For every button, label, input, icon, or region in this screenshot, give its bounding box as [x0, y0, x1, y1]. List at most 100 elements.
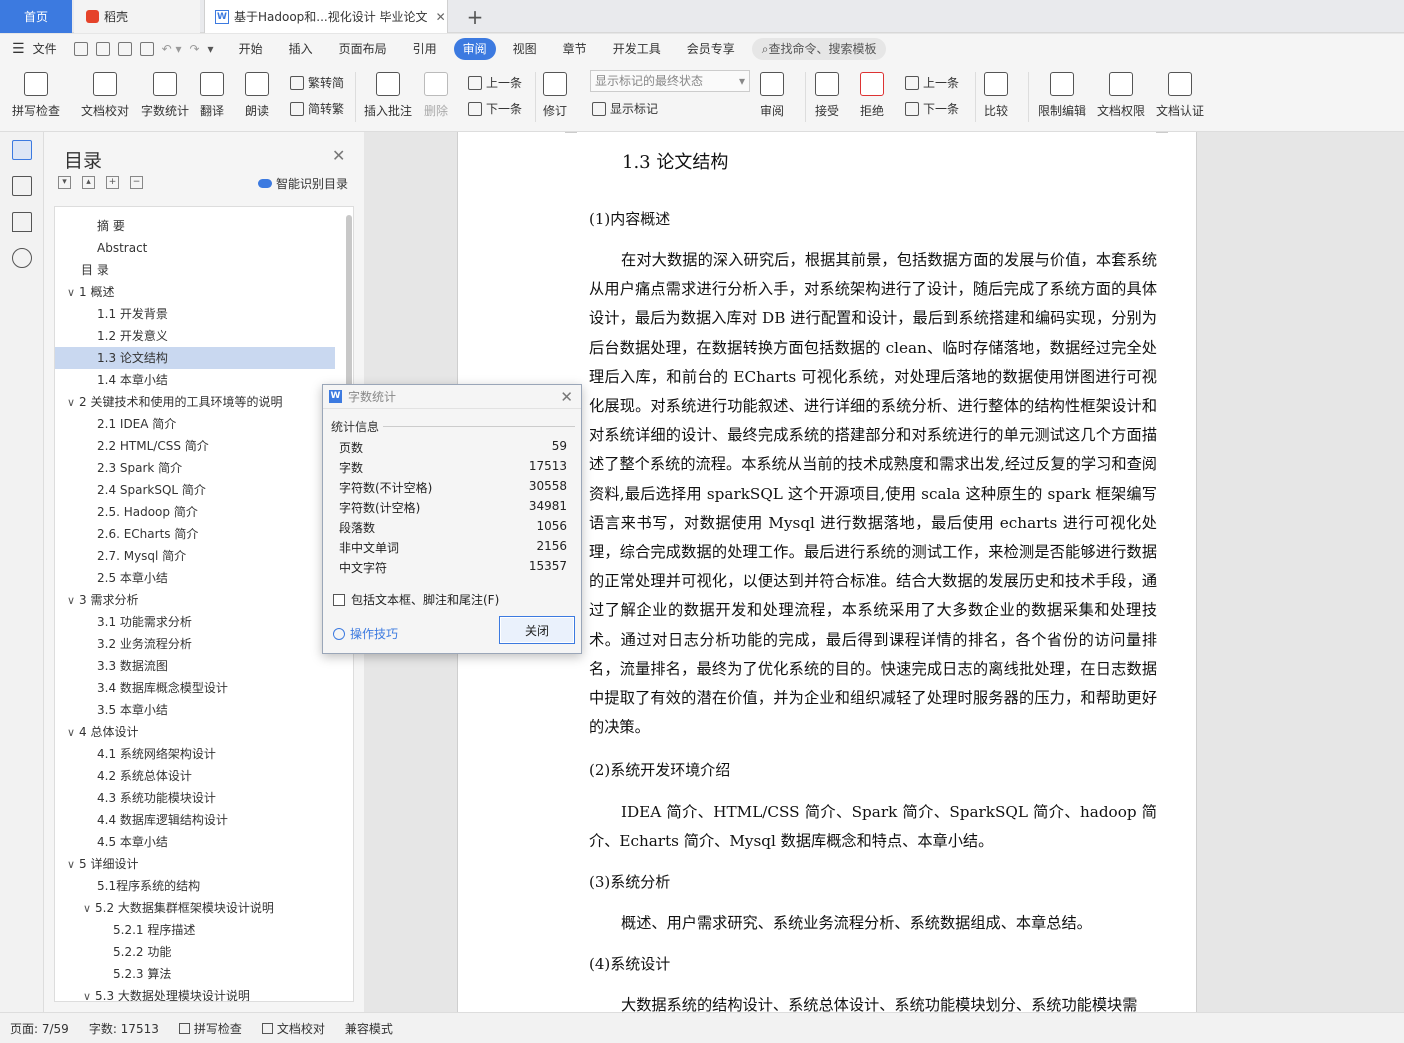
- menu-member[interactable]: 会员专享: [678, 38, 744, 60]
- hamburger-icon[interactable]: ☰: [12, 41, 25, 57]
- doc-certify-button[interactable]: 文档认证: [1156, 72, 1204, 119]
- new-tab-button[interactable]: +: [458, 0, 492, 33]
- expand-all-icon[interactable]: ▴: [82, 176, 95, 189]
- chevron-down-icon[interactable]: ∨: [83, 986, 95, 1001]
- toc-item[interactable]: 4.1 系统网络架构设计: [55, 743, 335, 765]
- export-icon[interactable]: [95, 42, 110, 56]
- insert-comment-button[interactable]: 插入批注: [364, 72, 412, 119]
- toc-item[interactable]: ∨ 5.3 大数据处理模块设计说明: [55, 985, 335, 1001]
- page-indicator[interactable]: 页面: 7/59: [0, 1020, 79, 1037]
- read-aloud-button[interactable]: 朗读: [245, 72, 269, 119]
- more-icon[interactable]: ▾: [208, 42, 214, 56]
- toc-item[interactable]: 2.6. ECharts 简介: [55, 523, 335, 545]
- toc-item[interactable]: Abstract: [55, 237, 335, 259]
- add-heading-icon[interactable]: +: [106, 176, 119, 189]
- toc-item[interactable]: 3.1 功能需求分析: [55, 611, 335, 633]
- toc-item[interactable]: 1.4 本章小结: [55, 369, 335, 391]
- navigation-icon[interactable]: [12, 176, 32, 196]
- close-button[interactable]: 关闭: [499, 616, 575, 644]
- chevron-down-icon[interactable]: ∨: [67, 722, 79, 744]
- compare-button[interactable]: 比较: [984, 72, 1008, 119]
- menu-insert[interactable]: 插入: [280, 38, 322, 60]
- review-pane-button[interactable]: 审阅: [760, 72, 784, 119]
- close-icon[interactable]: ✕: [332, 146, 345, 165]
- menu-file[interactable]: 文件: [33, 38, 66, 60]
- tab-home[interactable]: 首页: [0, 0, 72, 33]
- save-icon[interactable]: [73, 42, 88, 56]
- menu-devtools[interactable]: 开发工具: [604, 38, 670, 60]
- toc-item[interactable]: ∨ 1 概述: [55, 281, 335, 303]
- markup-state-select[interactable]: 显示标记的最终状态 ▾: [590, 70, 750, 92]
- smart-toc-button[interactable]: 智能识别目录: [258, 175, 348, 192]
- toc-item[interactable]: 3.3 数据流图: [55, 655, 335, 677]
- toc-item[interactable]: 2.7. Mysql 简介: [55, 545, 335, 567]
- chevron-down-icon[interactable]: ∨: [67, 282, 79, 304]
- translate-button[interactable]: 翻译: [200, 72, 224, 119]
- spell-check-status[interactable]: 拼写检查: [169, 1020, 252, 1037]
- toc-item[interactable]: 3.5 本章小结: [55, 699, 335, 721]
- chevron-down-icon[interactable]: ∨: [67, 392, 79, 414]
- reject-button[interactable]: 拒绝: [860, 72, 884, 119]
- toc-item[interactable]: 5.2.3 算法: [55, 963, 335, 985]
- restrict-edit-button[interactable]: 限制编辑: [1038, 72, 1086, 119]
- prev-change-button[interactable]: 上一条: [905, 74, 959, 91]
- command-search[interactable]: ⌕查找命令、搜索模板: [751, 38, 887, 60]
- menu-chapter[interactable]: 章节: [554, 38, 596, 60]
- proof-status[interactable]: 文档校对: [252, 1020, 335, 1037]
- tips-link[interactable]: 操作技巧: [333, 625, 398, 642]
- toc-item[interactable]: 2.5. Hadoop 简介: [55, 501, 335, 523]
- toc-item[interactable]: 4.3 系统功能模块设计: [55, 787, 335, 809]
- toc-item[interactable]: 4.5 本章小结: [55, 831, 335, 853]
- toc-item[interactable]: 2.5 本章小结: [55, 567, 335, 589]
- remove-heading-icon[interactable]: −: [130, 176, 143, 189]
- toc-item[interactable]: 5.2.1 程序描述: [55, 919, 335, 941]
- print-icon[interactable]: [117, 42, 132, 56]
- toc-item[interactable]: 4.2 系统总体设计: [55, 765, 335, 787]
- search-icon[interactable]: [12, 248, 32, 268]
- toc-item[interactable]: ∨ 3 需求分析: [55, 589, 335, 611]
- spell-check-button[interactable]: 拼写检查: [12, 72, 60, 119]
- toc-item[interactable]: 4.4 数据库逻辑结构设计: [55, 809, 335, 831]
- redo-icon[interactable]: ↷: [189, 42, 199, 56]
- menu-layout[interactable]: 页面布局: [330, 38, 396, 60]
- menu-reference[interactable]: 引用: [404, 38, 446, 60]
- toc-item[interactable]: 1.2 开发意义: [55, 325, 335, 347]
- toc-item[interactable]: ∨ 4 总体设计: [55, 721, 335, 743]
- toc-item[interactable]: 2.4 SparkSQL 简介: [55, 479, 335, 501]
- prev-comment-button[interactable]: 上一条: [468, 74, 522, 91]
- include-textbox-checkbox[interactable]: 包括文本框、脚注和尾注(F): [333, 591, 499, 608]
- next-change-button[interactable]: 下一条: [905, 100, 959, 117]
- menu-start[interactable]: 开始: [230, 38, 272, 60]
- chevron-down-icon[interactable]: ∨: [67, 854, 79, 876]
- toc-item[interactable]: ∨ 5 详细设计: [55, 853, 335, 875]
- toc-item[interactable]: ∨ 5.2 大数据集群框架模块设计说明: [55, 897, 335, 919]
- collapse-all-icon[interactable]: ▾: [58, 176, 71, 189]
- toc-item[interactable]: 3.2 业务流程分析: [55, 633, 335, 655]
- show-markup-button[interactable]: 显示标记: [592, 100, 658, 117]
- toc-item[interactable]: 2.1 IDEA 简介: [55, 413, 335, 435]
- delete-comment-button[interactable]: 删除: [424, 72, 448, 119]
- chevron-down-icon[interactable]: ∨: [83, 898, 95, 920]
- chevron-down-icon[interactable]: ∨: [67, 590, 79, 612]
- toc-panel-icon[interactable]: [12, 140, 32, 160]
- track-changes-button[interactable]: 修订: [543, 72, 567, 119]
- toc-item[interactable]: 摘 要: [55, 215, 335, 237]
- simp-to-trad-button[interactable]: 简转繁: [290, 100, 344, 117]
- menu-review[interactable]: 审阅: [453, 38, 496, 60]
- trad-to-simp-button[interactable]: 繁转简: [290, 74, 344, 91]
- toc-item[interactable]: 目 录: [55, 259, 335, 281]
- menu-view[interactable]: 视图: [504, 38, 546, 60]
- tab-document[interactable]: W 基于Hadoop和...视化设计 毕业论文 ✕: [204, 0, 448, 33]
- toc-item[interactable]: 5.1程序系统的结构: [55, 875, 335, 897]
- doc-permission-button[interactable]: 文档权限: [1097, 72, 1145, 119]
- toc-item[interactable]: 5.2.2 功能: [55, 941, 335, 963]
- accept-button[interactable]: 接受: [815, 72, 839, 119]
- toc-item[interactable]: 3.4 数据库概念模型设计: [55, 677, 335, 699]
- toc-item[interactable]: 2.2 HTML/CSS 简介: [55, 435, 335, 457]
- close-icon[interactable]: ✕: [560, 388, 573, 406]
- word-count-button[interactable]: 字数统计: [141, 72, 189, 119]
- next-comment-button[interactable]: 下一条: [468, 100, 522, 117]
- toc-item[interactable]: 2.3 Spark 简介: [55, 457, 335, 479]
- dialog-titlebar[interactable]: W 字数统计: [323, 385, 581, 409]
- tab-daoke[interactable]: 稻壳: [74, 0, 200, 33]
